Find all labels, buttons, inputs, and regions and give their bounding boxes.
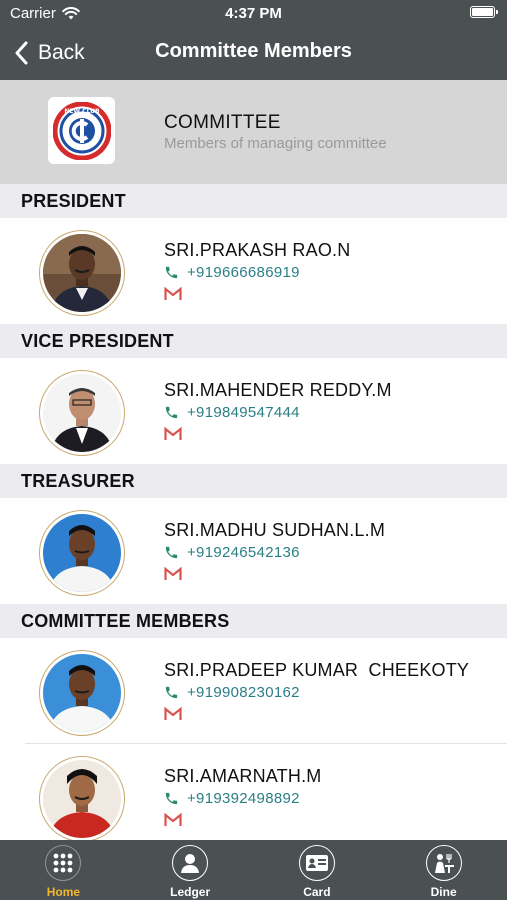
logo-text: NEW CLUB xyxy=(64,108,100,115)
battery-icon xyxy=(470,6,498,18)
committee-banner: NEW CLUB COMMITTEE Members of managing c… xyxy=(0,80,507,184)
dine-icon xyxy=(425,845,462,881)
phone-icon xyxy=(165,266,178,279)
tab-label: Home xyxy=(46,885,81,899)
member-name: SRI.MADHU SUDHAN.L.M xyxy=(164,520,386,540)
member-phone: +919849547444 xyxy=(187,404,300,421)
member-photo-icon xyxy=(43,654,121,732)
phone-link[interactable]: +919666686919 xyxy=(164,264,300,281)
phone-link[interactable]: +919849547444 xyxy=(164,404,300,421)
tab-home[interactable]: Home xyxy=(0,840,127,900)
section-header-treasurer: TREASURER xyxy=(0,464,507,498)
phone-link[interactable]: +919908230162 xyxy=(164,684,300,701)
member-name: SRI.AMARNATH.M xyxy=(164,766,322,786)
member-phone: +919392498892 xyxy=(187,790,300,807)
tab-label: Card xyxy=(303,885,331,899)
card-icon xyxy=(298,845,335,881)
avatar xyxy=(39,370,125,456)
page-title: Committee Members xyxy=(155,40,352,62)
member-phone: +919666686919 xyxy=(187,264,300,281)
phone-link[interactable]: +919246542136 xyxy=(164,544,300,561)
member-name: SRI.MAHENDER REDDY.M xyxy=(164,380,392,400)
section-header-vice-president: VICE PRESIDENT xyxy=(0,324,507,358)
status-time: 4:37 PM xyxy=(225,5,282,22)
member-phone: +919908230162 xyxy=(187,684,300,701)
app-header: Carrier 4:37 PM Back Committee Members xyxy=(0,0,507,80)
member-photo-icon xyxy=(43,760,121,838)
member-row[interactable]: SRI.PRADEEP KUMAR CHEEKOTY +919908230162 xyxy=(0,638,507,744)
phone-icon xyxy=(165,792,178,805)
nav-bar: Back Committee Members xyxy=(0,28,507,80)
member-photo-icon xyxy=(43,374,121,452)
section-header-president: PRESIDENT xyxy=(0,184,507,218)
member-row[interactable]: SRI.PRAKASH RAO.N +919666686919 xyxy=(0,218,507,324)
member-row[interactable]: SRI.MAHENDER REDDY.M +919849547444 xyxy=(0,358,507,464)
phone-icon xyxy=(165,546,178,559)
avatar xyxy=(39,510,125,596)
tab-label: Dine xyxy=(430,885,457,899)
phone-link[interactable]: +919392498892 xyxy=(164,790,300,807)
member-photo-icon xyxy=(43,514,121,592)
member-list[interactable]: PRESIDENT SRI.PRAKASH RAO.N +91966668691… xyxy=(0,184,507,840)
mail-icon[interactable] xyxy=(164,813,182,827)
tab-ledger[interactable]: Ledger xyxy=(127,840,254,900)
member-row[interactable]: SRI.MADHU SUDHAN.L.M +919246542136 xyxy=(0,498,507,604)
member-name: SRI.PRAKASH RAO.N xyxy=(164,240,351,260)
phone-icon xyxy=(165,686,178,699)
banner-subtitle: Members of managing committee xyxy=(164,135,387,152)
tab-label: Ledger xyxy=(170,885,211,899)
section-header-committee-members: COMMITTEE MEMBERS xyxy=(0,604,507,638)
mail-icon[interactable] xyxy=(164,287,182,301)
banner-title: COMMITTEE xyxy=(164,112,281,133)
club-logo: NEW CLUB xyxy=(48,97,115,164)
tab-bar: Home Ledger Card Dine xyxy=(0,840,507,900)
person-icon xyxy=(172,845,209,881)
member-phone: +919246542136 xyxy=(187,544,300,561)
grid-icon xyxy=(45,845,82,881)
club-logo-icon: NEW CLUB xyxy=(52,101,111,160)
avatar xyxy=(39,650,125,736)
tab-dine[interactable]: Dine xyxy=(380,840,507,900)
phone-icon xyxy=(165,406,178,419)
mail-icon[interactable] xyxy=(164,707,182,721)
member-name: SRI.PRADEEP KUMAR CHEEKOTY xyxy=(164,660,470,680)
tab-card[interactable]: Card xyxy=(254,840,381,900)
mail-icon[interactable] xyxy=(164,567,182,581)
avatar xyxy=(39,756,125,840)
avatar xyxy=(39,230,125,316)
mail-icon[interactable] xyxy=(164,427,182,441)
member-row[interactable]: SRI.AMARNATH.M +919392498892 xyxy=(0,744,507,840)
member-photo-icon xyxy=(43,234,121,312)
status-bar: Carrier 4:37 PM xyxy=(0,0,507,28)
